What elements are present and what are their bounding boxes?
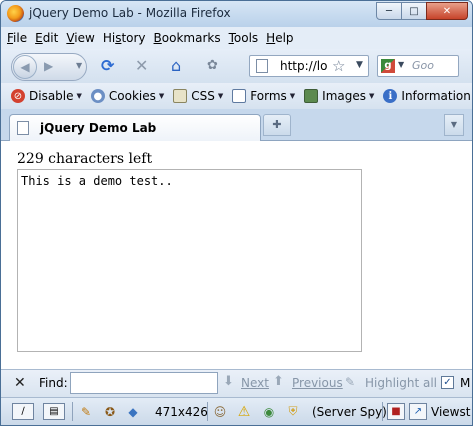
search-engine-dropdown-icon[interactable]: ▼ xyxy=(398,60,404,69)
information-icon: i xyxy=(383,89,398,103)
new-tab-button[interactable]: ✚ xyxy=(263,114,291,136)
shield-icon[interactable]: ⛨ xyxy=(284,403,302,420)
close-window-button[interactable]: ✕ xyxy=(426,2,468,20)
list-all-tabs-button[interactable]: ▼ xyxy=(444,114,464,136)
information-menu[interactable]: iInformation▼ xyxy=(383,89,472,103)
cookies-menu[interactable]: ● Cookies ▼ xyxy=(90,89,165,103)
highlighter-icon: ✎ xyxy=(345,375,356,389)
tab-jquery-demo-lab[interactable]: jQuery Demo Lab xyxy=(9,114,261,141)
css-icon xyxy=(173,89,188,103)
history-dropdown-icon[interactable]: ▼ xyxy=(76,61,82,70)
status-bar: ∕ ▤ ✎ ✪ ◆ 471x426 ☺ ⚠ ◉ ⛨ (Server Spy) ■… xyxy=(1,397,472,425)
chart-icon[interactable]: ↗ xyxy=(409,403,427,420)
find-input[interactable] xyxy=(70,372,218,394)
warning-icon[interactable]: ⚠ xyxy=(235,403,253,420)
smiley-icon[interactable]: ☺ xyxy=(211,403,229,420)
match-case-checkbox[interactable]: ✓ xyxy=(441,376,454,389)
find-previous-button[interactable]: Previous xyxy=(292,376,343,390)
menu-file[interactable]: File xyxy=(7,31,27,45)
maximize-button[interactable]: □ xyxy=(401,2,427,20)
images-menu[interactable]: Images ▼ xyxy=(304,89,374,103)
find-next-button[interactable]: Next xyxy=(241,376,269,390)
menu-edit[interactable]: Edit xyxy=(35,31,58,45)
chevron-down-icon: ▼ xyxy=(217,92,224,100)
measure-icon[interactable]: ▤ xyxy=(43,403,65,420)
forms-icon xyxy=(232,89,247,103)
chevron-down-icon: ▼ xyxy=(158,92,165,100)
cookies-icon: ● xyxy=(90,89,105,103)
chevron-down-icon: ▼ xyxy=(369,92,375,100)
menu-history[interactable]: History xyxy=(103,31,146,45)
close-find-bar-icon[interactable]: ✕ xyxy=(14,375,26,391)
arrow-up-icon: ⬆ xyxy=(273,374,284,389)
page-icon xyxy=(17,121,29,135)
inspect-icon[interactable]: ◆ xyxy=(124,403,142,420)
find-bar: ✕ Find: ⬇ Next ⬆ Previous ✎ Highlight al… xyxy=(1,369,472,397)
back-arrow-icon: ◀ xyxy=(20,60,30,74)
back-button[interactable]: ◀ xyxy=(13,55,37,79)
globe-icon[interactable]: ◉ xyxy=(260,403,278,420)
disable-icon: ⊘ xyxy=(11,89,25,103)
address-bar[interactable]: http://lo ☆ ▼ xyxy=(249,55,369,77)
back-forward-group: ◀ ▶ ▼ xyxy=(11,53,87,81)
chevron-down-icon: ▼ xyxy=(76,92,82,100)
css-menu[interactable]: CSS ▼ xyxy=(173,89,223,103)
menu-bar: File Edit View History Bookmarks Tools H… xyxy=(1,27,472,49)
server-spy-label: (Server Spy) xyxy=(312,404,387,419)
firefox-logo-icon xyxy=(7,5,24,22)
images-icon xyxy=(304,89,319,103)
characters-left-counter: 229 characters left xyxy=(17,151,153,167)
url-dropdown-icon[interactable]: ▼ xyxy=(356,60,363,70)
menu-view[interactable]: View xyxy=(66,31,94,45)
menu-help[interactable]: Help xyxy=(266,31,293,45)
validator-icon[interactable]: ■ xyxy=(387,403,405,420)
match-case-label: M xyxy=(460,376,471,390)
status-separator xyxy=(382,402,383,421)
forms-menu[interactable]: Forms ▼ xyxy=(232,89,295,103)
find-label: Find: xyxy=(39,376,68,390)
demo-textarea[interactable]: This is a demo test.. xyxy=(17,169,362,352)
reload-icon[interactable]: ⟳ xyxy=(101,58,114,74)
bookmark-star-icon[interactable]: ☆ xyxy=(332,57,345,75)
viewsize-label: Viewst xyxy=(431,404,471,419)
title-bar: jQuery Demo Lab - Mozilla Firefox ─ □ ✕ xyxy=(1,1,472,27)
extension-icon[interactable]: ✿ xyxy=(207,58,218,74)
menu-bookmarks[interactable]: Bookmarks xyxy=(154,31,221,45)
browser-window: jQuery Demo Lab - Mozilla Firefox ─ □ ✕ … xyxy=(0,0,473,426)
window-title: jQuery Demo Lab - Mozilla Firefox xyxy=(29,6,231,20)
page-icon xyxy=(256,59,268,73)
url-text[interactable]: http://lo xyxy=(280,59,327,73)
edit-icon[interactable]: ✎ xyxy=(77,403,95,420)
page-content: 229 characters left This is a demo test.… xyxy=(1,141,472,369)
search-placeholder: Goo xyxy=(412,59,434,72)
bug-icon[interactable]: ✪ xyxy=(101,403,119,420)
plus-icon: ✚ xyxy=(272,118,282,131)
chevron-down-icon: ▼ xyxy=(450,120,458,129)
menu-tools[interactable]: Tools xyxy=(229,31,259,45)
window-dimensions: 471x426 xyxy=(155,404,208,419)
home-icon[interactable]: ⌂ xyxy=(171,58,181,74)
window-controls: ─ □ ✕ xyxy=(376,2,468,20)
google-search-engine-icon[interactable]: g xyxy=(381,59,395,73)
arrow-down-icon: ⬇ xyxy=(223,374,234,389)
navigation-toolbar: ◀ ▶ ▼ ⟳ ✕ ⌂ ✿ http://lo ☆ ▼ g ▼ Goo xyxy=(1,49,472,83)
status-separator xyxy=(207,402,208,421)
forward-button[interactable]: ▶ xyxy=(44,59,53,73)
ruler-icon[interactable]: ∕ xyxy=(12,403,34,420)
tab-label: jQuery Demo Lab xyxy=(40,121,157,135)
web-developer-toolbar: ⊘ Disable ▼ ● Cookies ▼ CSS ▼ Forms ▼ Images ▼ … xyxy=(1,83,472,109)
highlight-all-button[interactable]: Highlight all xyxy=(365,376,437,390)
chevron-down-icon: ▼ xyxy=(289,92,296,100)
stop-icon[interactable]: ✕ xyxy=(135,58,148,74)
tab-bar: jQuery Demo Lab ✚ ▼ xyxy=(1,109,472,141)
search-box[interactable]: g ▼ Goo xyxy=(377,55,459,77)
disable-menu[interactable]: ⊘ Disable ▼ xyxy=(11,89,82,103)
minimize-button[interactable]: ─ xyxy=(376,2,402,20)
status-separator xyxy=(72,402,73,421)
